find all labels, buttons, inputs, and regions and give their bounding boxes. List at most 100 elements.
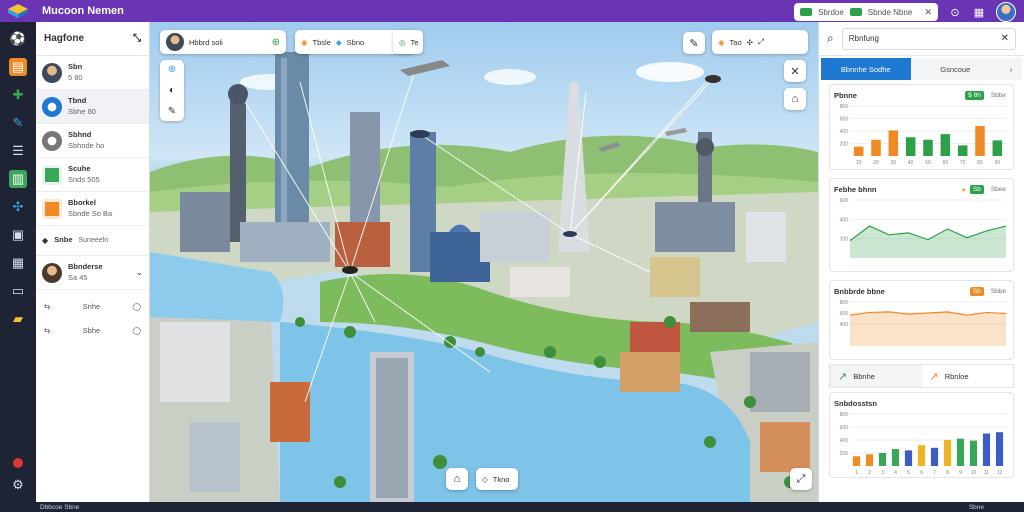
chevron-right-icon[interactable]: › xyxy=(1000,58,1022,80)
left-panel: Hagfone ⤡ Sbn 5 80 Tbnd Sbhe 80 Sbhnd Sbhnd… xyxy=(36,22,150,502)
list-item[interactable]: Bbnderse Sa 45 ⌄ xyxy=(36,256,149,290)
file-icon[interactable]: ▭ xyxy=(9,282,27,300)
chart-icon[interactable]: ▥ xyxy=(9,170,27,188)
map-right-chip[interactable]: ◉ Tao ✣ ⤢ xyxy=(712,30,808,54)
layout-icon[interactable]: ▣ xyxy=(9,226,27,244)
list-item-title: Tbnd xyxy=(68,96,87,106)
tab-report-label: Rbnloe xyxy=(944,371,969,381)
list-item[interactable]: ⇆ Sbhe ◯ xyxy=(36,318,149,342)
user-avatar[interactable] xyxy=(996,2,1016,22)
table-icon[interactable]: ▦ xyxy=(9,254,27,272)
fullscreen-button[interactable]: ⤢ xyxy=(790,468,812,490)
pen-icon[interactable]: ✎ xyxy=(9,114,27,132)
bar xyxy=(992,140,1003,156)
list-item[interactable]: Tbnd Sbhe 80 xyxy=(36,90,149,124)
layers-button[interactable]: ⌂ xyxy=(784,88,806,110)
avatar xyxy=(42,62,62,83)
x-tick-label: 60 xyxy=(943,160,949,166)
list-item[interactable]: ⇆ Snhe ◯ xyxy=(36,294,149,318)
list-item[interactable]: Sbhnd Sbhnde ho xyxy=(36,124,149,158)
map-filter-label-1: Tbsle xyxy=(312,37,331,47)
x-tick-label: 80 xyxy=(977,160,983,166)
y-tick-label: 400 xyxy=(840,322,849,328)
expand-icon[interactable]: ⤢ xyxy=(758,37,764,47)
bar xyxy=(853,146,864,156)
folder-icon[interactable]: ▰ xyxy=(9,310,27,328)
book-icon[interactable]: ▤ xyxy=(9,58,27,76)
map-te-chip[interactable]: ◎ Te xyxy=(393,30,423,54)
chart-title-3: Bnbbrde bbne xyxy=(834,286,885,296)
bar xyxy=(975,126,985,156)
chevron-down-icon[interactable]: ⌄ xyxy=(135,267,143,278)
tab-report[interactable]: ↗ Rbnloe xyxy=(921,365,1013,387)
list-item-title: Sbhe xyxy=(82,325,101,335)
list-item[interactable]: Bborkel Sbnde So Ba xyxy=(36,192,149,226)
list-item[interactable]: Sbn 5 80 xyxy=(36,56,149,90)
y-tick-label: 400 xyxy=(840,217,849,223)
map-bottom-label: Tkno xyxy=(492,474,510,484)
chart-card-4: Snbdosstsn 800 600 400 200 1 2 3 4 5 6 7 8 9 10 11 12 xyxy=(829,392,1014,478)
tab-trend[interactable]: ↗ Bbnhe xyxy=(830,365,922,387)
close-map-button[interactable]: ✕ xyxy=(784,60,806,82)
app-logo[interactable] xyxy=(0,0,36,22)
bar xyxy=(888,130,899,156)
tab-overview[interactable]: Bbnnhe Sodhe xyxy=(821,58,911,80)
search-input[interactable]: Rbnfung ✕ xyxy=(841,27,1016,50)
y-tick-label: 400 xyxy=(840,129,849,135)
locate-icon[interactable]: ◐ xyxy=(169,85,175,96)
bar xyxy=(982,433,991,466)
list-item[interactable]: ◆ Snbe Suneeeln xyxy=(36,226,149,256)
toggle-icon[interactable]: ◯ xyxy=(133,326,141,335)
right-tabs: Bbnnhe Sodhe Gsncoue › xyxy=(821,58,1022,80)
map-bottom-chip[interactable]: ◇ Tkno xyxy=(476,468,518,490)
right-search-bar: ⌕ Rbnfung ✕ xyxy=(819,22,1024,56)
settings-icon[interactable]: ⚙ xyxy=(9,476,27,494)
share-icon[interactable]: ✣ xyxy=(747,38,753,47)
bar xyxy=(957,145,968,156)
area-chart-3: 800 600 400 xyxy=(840,300,1007,346)
alert-icon[interactable] xyxy=(13,458,23,468)
x-tick-label: 4 xyxy=(894,470,897,476)
close-icon[interactable]: ✕ xyxy=(1001,33,1009,44)
top-search-text: Sbrdoe xyxy=(818,7,844,17)
chart-card-2: Febhe bhnn ● Sb Sbee 600 400 200 xyxy=(829,178,1014,272)
list-item-sub: Snds 505 xyxy=(68,174,100,184)
y-tick-label: 600 xyxy=(840,117,849,123)
list-item-sub: Sbhnde ho xyxy=(68,140,105,150)
left-rail: ⚽ ▤ ✚ ✎ ☰ ▥ ✣ ▣ ▦ ▭ ▰ ⚙ xyxy=(0,22,36,502)
top-bar: Mucoon Nemen Sbrdoe Sbnde Nbne ✕ ⊙ ▦ xyxy=(0,0,1024,22)
list-item[interactable]: Scuhe Snds 505 xyxy=(36,158,149,192)
close-icon[interactable]: ✕ xyxy=(924,7,932,18)
notification-icon[interactable]: ⊙ xyxy=(948,5,962,19)
bar xyxy=(871,139,881,156)
map-right-label: Tao xyxy=(729,37,742,47)
search-icon: ⌕ xyxy=(827,31,834,45)
toggle-icon[interactable]: ◯ xyxy=(133,302,141,311)
y-tick-label: 600 xyxy=(840,198,849,204)
network-icon[interactable]: ✣ xyxy=(9,198,27,216)
x-tick-label: 12 xyxy=(997,470,1003,476)
tab-details[interactable]: Gsncoue xyxy=(910,58,1000,80)
puzzle-icon[interactable]: ✚ xyxy=(9,86,27,104)
map-layer-label: Hbbrd soli xyxy=(189,37,223,47)
top-chip-text: Sbnde Nbne xyxy=(867,7,913,17)
list-item-sub: Suneeeln xyxy=(78,237,109,244)
draw-icon[interactable]: ✎ xyxy=(168,106,176,117)
top-search-field[interactable]: Sbrdoe Sbnde Nbne ✕ xyxy=(794,3,938,21)
soccer-icon[interactable]: ⚽ xyxy=(9,30,27,48)
zoom-in-icon[interactable]: ⊕ xyxy=(168,64,176,75)
map-layer-chip[interactable]: Hbbrd soli ⊕ xyxy=(160,30,286,54)
photo-button[interactable]: ⌂ xyxy=(446,468,468,490)
area-fill xyxy=(850,311,1006,346)
status-chip-icon xyxy=(849,8,862,16)
chart-tag: $ 8h xyxy=(965,90,984,100)
y-tick-label: 400 xyxy=(840,438,849,444)
collapse-icon[interactable]: ⤡ xyxy=(133,33,141,44)
add-icon[interactable]: ⊕ xyxy=(272,37,280,48)
avatar xyxy=(42,130,62,151)
grid-icon[interactable]: ▦ xyxy=(972,5,986,19)
city-map[interactable]: Hbbrd soli ⊕ ◉ Tbsle ◆ Sbno ◎ Te ✎ ◉ Tao… xyxy=(150,22,818,502)
x-tick-label: 40 xyxy=(908,160,914,166)
document-icon[interactable]: ☰ xyxy=(9,142,27,160)
compass-button[interactable]: ✎ xyxy=(683,32,705,54)
